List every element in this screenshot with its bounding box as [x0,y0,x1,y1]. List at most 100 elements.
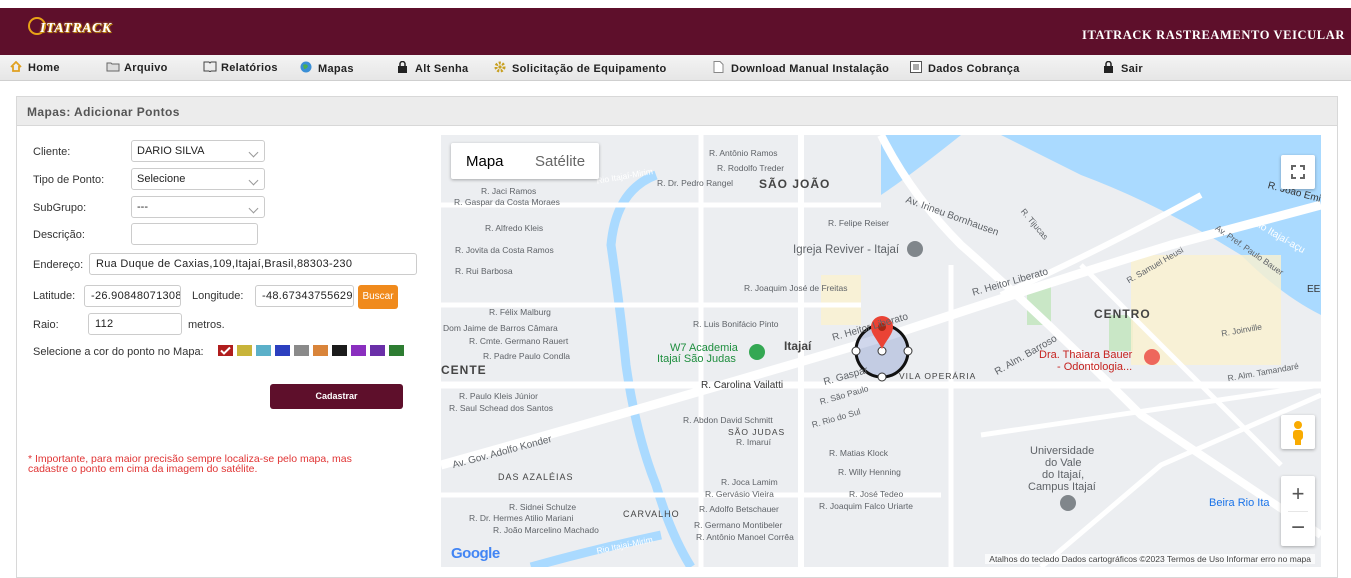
lock-icon [1103,60,1116,73]
book-icon [203,61,217,73]
street-label: R. Padre Paulo Condla [483,351,570,361]
color-swatch[interactable] [351,345,366,356]
radius-handle[interactable] [903,346,913,356]
logo-text: ITATRACK [40,21,112,36]
color-swatch[interactable] [332,345,347,356]
street-label: R. Joaquim Falco Uriarte [819,501,914,511]
place-label[interactable]: Igreja Reviver - Itajaí [793,244,899,256]
university-icon[interactable] [1060,495,1076,511]
place-label[interactable]: Itajaí São Judas [657,353,736,365]
chevron-down-icon [248,203,259,214]
menu-alt-senha[interactable]: Alt Senha [397,60,468,75]
area-label: SÃO JUDAS [728,427,786,437]
zoom-control: + − [1281,476,1315,546]
street-label: R. José Tedeo [849,489,904,499]
panel-header: Mapas: Adicionar Pontos [17,97,1337,126]
place-label[interactable]: Beira Rio Ita [1209,497,1270,509]
color-swatch[interactable] [389,345,404,356]
place-label[interactable]: do Itajaí, [1042,469,1084,481]
street-label: R. Cmte. Germano Rauert [469,336,569,346]
radius-handle[interactable] [851,346,861,356]
map-view[interactable]: R. Antônio Ramos R. Rodolfo Treder R. Dr… [441,135,1321,567]
zoom-out-button[interactable]: − [1281,511,1315,546]
menu-mapas-label: Mapas [318,63,354,75]
menu-sair[interactable]: Sair [1103,60,1143,75]
place-label[interactable]: - Odontologia... [1057,361,1132,373]
cliente-select[interactable]: DARIO SILVA [131,140,265,162]
menu-home[interactable]: Home [10,60,60,74]
area-label: VILA OPERÁRIA [899,371,977,381]
raio-input[interactable]: 112 [88,313,182,335]
place-label[interactable]: do Vale [1045,457,1082,469]
street-label: R. Antônio Manoel Corrêa [696,532,794,542]
color-swatch[interactable] [370,345,385,356]
area-label: CARVALHO [623,509,680,519]
menu-solicitacao-label: Solicitação de Equipamento [512,63,667,75]
latitude-input[interactable]: -26.90848071308 [84,285,181,307]
street-label: R. Dr. Hermes Atilio Mariani [469,513,574,523]
descricao-label: Descrição: [33,229,85,241]
street-view-button[interactable] [1281,415,1315,449]
gym-icon[interactable] [749,344,765,360]
folder-icon [106,61,120,72]
street-label: R. Jovita da Costa Ramos [455,245,554,255]
place-label[interactable]: Universidade [1030,445,1094,457]
place-label[interactable]: Campus Itajaí [1028,481,1096,493]
endereco-input[interactable]: Rua Duque de Caxias,109,Itajaí,Brasil,88… [89,253,417,275]
menu-mapas[interactable]: Mapas [300,61,354,75]
google-logo[interactable]: Google [451,545,500,562]
panel-title: Mapas: Adicionar Pontos [27,105,180,119]
street-label: R. Gaspar da Costa Moraes [454,197,560,207]
map-type-satellite[interactable]: Satélite [535,153,585,170]
menu-solicitacao[interactable]: Solicitação de Equipamento [494,61,667,75]
street-label: R. Félix Malburg [489,307,551,317]
cadastrar-button[interactable]: Cadastrar [270,384,403,409]
city-label: Itajaí [784,339,812,353]
street-label: R. Abdon David Schmitt [683,415,773,425]
street-label: R. Germano Montibeler [694,520,783,530]
street-label: R. Joca Lamim [721,477,778,487]
color-swatch[interactable] [275,345,290,356]
zoom-in-button[interactable]: + [1281,476,1315,511]
clinic-icon[interactable] [1144,349,1160,365]
color-swatch[interactable] [237,345,252,356]
street-label: R. Dr. Pedro Rangel [657,178,734,188]
fullscreen-icon [1291,165,1305,179]
buscar-button[interactable]: Buscar [358,285,398,309]
map-type-control: Mapa Satélite [451,143,599,179]
radius-handle[interactable] [877,372,887,382]
menu-dados-cobranca-label: Dados Cobrança [928,63,1020,75]
billing-icon [910,61,923,73]
menu-download[interactable]: Download Manual Instalação [713,61,889,75]
subgrupo-label: SubGrupo: [33,202,87,214]
church-icon[interactable] [907,241,923,257]
longitude-label: Longitude: [192,290,244,302]
pegman-icon [1293,421,1303,445]
color-swatch[interactable] [294,345,309,356]
place-label[interactable]: Dra. Thaiara Bauer [1039,349,1132,361]
map-type-map[interactable]: Mapa [466,153,504,170]
street-label: R. Willy Henning [838,467,901,477]
tipo-ponto-select-value: Selecione [137,173,186,185]
subgrupo-select[interactable]: --- [131,196,265,218]
menu-relatorios[interactable]: Relatórios [203,61,278,74]
street-label: R. Felipe Reiser [828,218,889,228]
descricao-input[interactable] [131,223,258,245]
street-label: R. Antônio Ramos [709,148,778,158]
menu-dados-cobranca[interactable]: Dados Cobrança [910,61,1020,75]
fullscreen-button[interactable] [1281,155,1315,189]
color-swatch[interactable] [218,345,233,356]
color-swatch[interactable] [256,345,271,356]
street-label: Dom Jaime de Barros Câmara [443,323,558,333]
place-label: EE [1307,284,1321,295]
tipo-ponto-select[interactable]: Selecione [131,168,265,190]
brand-title: ITATRACK RASTREAMENTO VEICULAR [1082,28,1345,42]
map-footer[interactable]: Atalhos do teclado Dados cartográficos ©… [985,554,1315,564]
menu-relatorios-label: Relatórios [221,62,278,74]
color-swatch[interactable] [313,345,328,356]
longitude-input[interactable]: -48.67343755629 [255,285,354,307]
menu-arquivo[interactable]: Arquivo [106,61,168,74]
itatrack-logo[interactable]: ITATRACK [28,15,120,47]
endereco-label: Endereço: [33,259,84,271]
street-label: R. Alfredo Kleis [485,223,544,233]
